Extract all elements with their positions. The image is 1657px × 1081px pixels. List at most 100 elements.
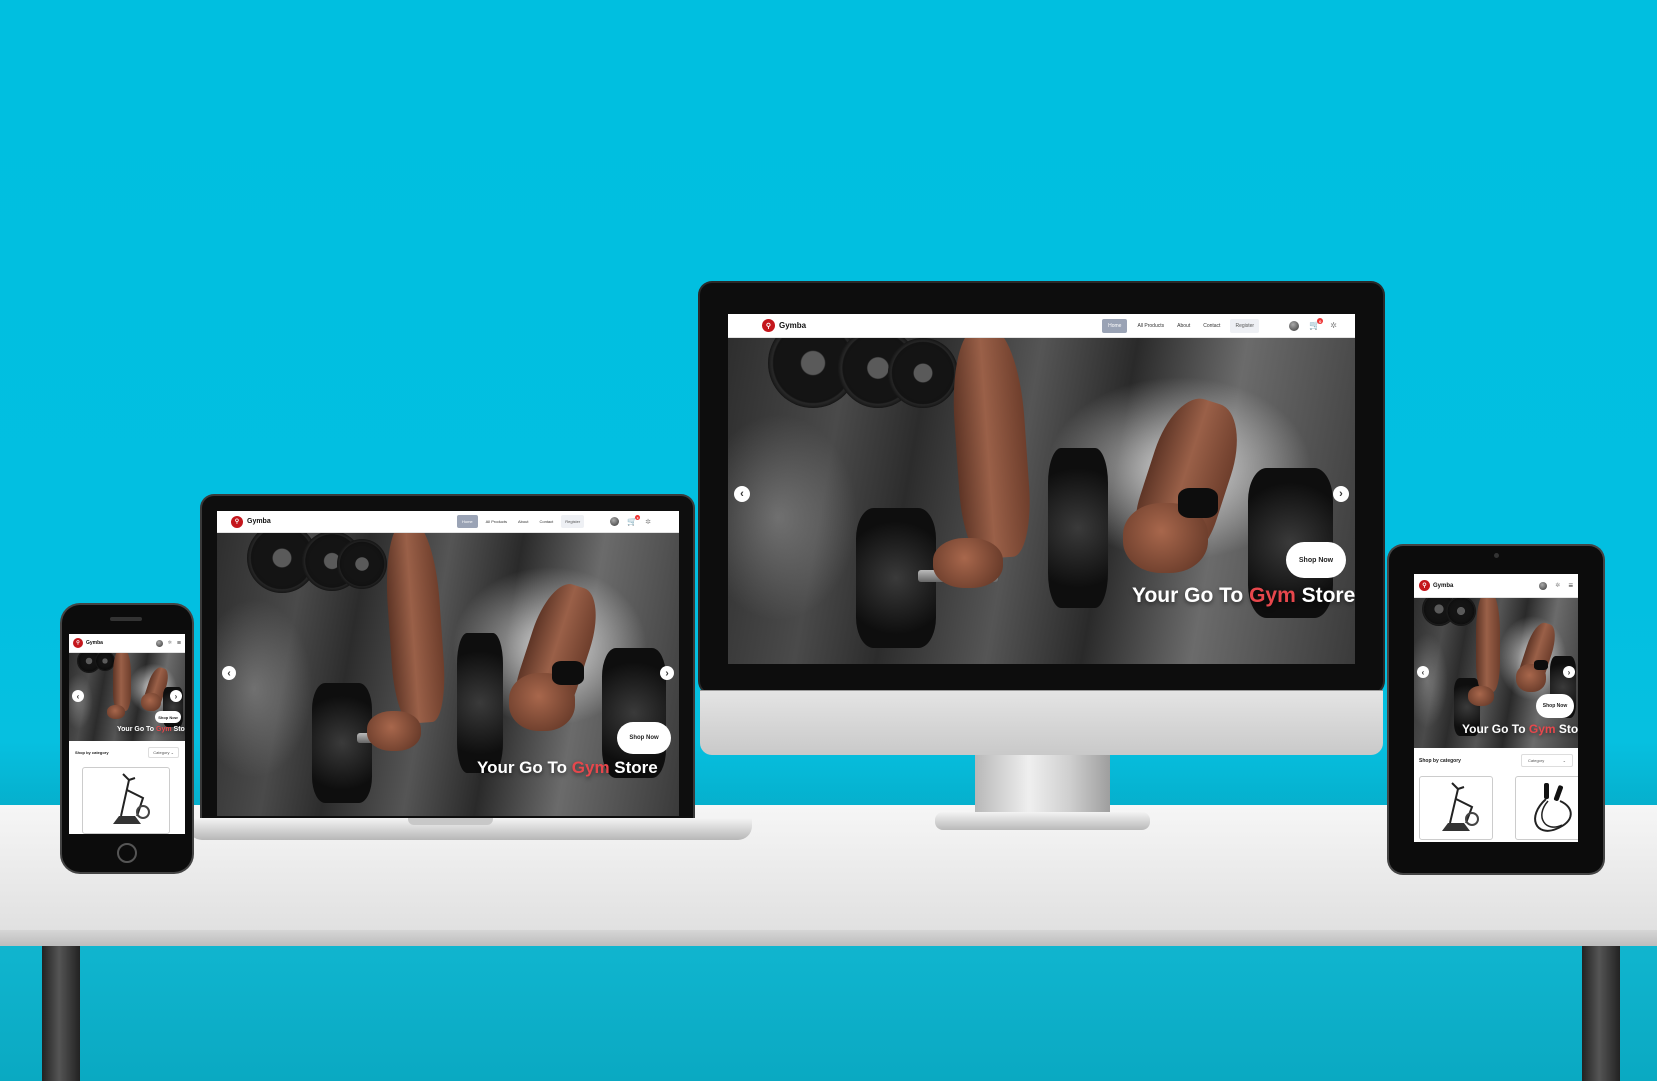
dumbbell-logo-icon: ⚲: [231, 515, 243, 528]
monitor-base: [935, 812, 1150, 830]
category-select[interactable]: Category ⌄: [148, 747, 179, 758]
nav-about[interactable]: About: [1174, 319, 1193, 333]
nav-register[interactable]: Register: [561, 515, 585, 528]
settings-icon[interactable]: ✲: [1555, 582, 1560, 589]
nav-register[interactable]: Register: [1230, 318, 1260, 333]
chevron-down-icon: ⌄: [1562, 758, 1566, 763]
weight-plate: [888, 338, 958, 408]
carousel-next-button[interactable]: ›: [1563, 666, 1575, 678]
cart-badge: 0: [635, 515, 641, 520]
laptop-notch: [408, 818, 493, 825]
user-avatar-icon[interactable]: [610, 517, 620, 526]
tagline-start: Your Go To: [117, 726, 155, 733]
product-card[interactable]: [1515, 776, 1578, 840]
brand-name: Gymba: [247, 518, 271, 525]
shop-now-button[interactable]: Shop Now: [617, 722, 671, 754]
carousel-next-button[interactable]: ›: [1333, 486, 1349, 502]
carousel-prev-button[interactable]: ‹: [1417, 666, 1429, 678]
carousel-prev-button[interactable]: ‹: [222, 666, 236, 680]
nav-icons: ✲ ≡: [155, 639, 181, 647]
nav-about[interactable]: About: [515, 515, 531, 528]
brand-name: Gymba: [779, 321, 807, 330]
tagline-highlight: Gym: [1249, 584, 1296, 607]
navbar: ⚲ Gymba Home All Products About Contact …: [728, 314, 1355, 338]
hero-tagline: Your Go To Gym Store: [477, 758, 658, 778]
nav-all-products[interactable]: All Products: [1134, 319, 1167, 333]
category-section: Shop by category Category ⌄: [1414, 748, 1578, 842]
brand-logo[interactable]: ⚲ Gymba: [73, 638, 103, 648]
settings-icon[interactable]: ✲: [645, 518, 651, 526]
shop-by-category-label: Shop by category: [75, 750, 109, 755]
carousel-next-button[interactable]: ›: [170, 690, 182, 702]
jump-rope-image: [1534, 783, 1572, 832]
user-avatar-icon[interactable]: [1539, 581, 1548, 590]
user-avatar-icon[interactable]: [155, 639, 163, 647]
nav-home[interactable]: Home: [1102, 318, 1128, 333]
navbar: ⚲ Gymba Home All Products About Contact …: [217, 511, 679, 533]
carousel-prev-button[interactable]: ‹: [734, 486, 750, 502]
hamburger-menu-icon[interactable]: ≡: [177, 640, 181, 647]
brand-logo[interactable]: ⚲ Gymba: [231, 515, 271, 528]
elliptical-trainer-image: [113, 773, 150, 824]
desk-leg-right: [1582, 946, 1620, 1081]
shop-by-category-label: Shop by category: [1419, 757, 1461, 764]
settings-icon[interactable]: ✲: [1330, 321, 1337, 330]
nav-icons: 🛒 0 ✲: [1289, 318, 1337, 331]
nav-contact[interactable]: Contact: [1200, 319, 1223, 333]
dumbbell-logo-icon: ⚲: [1419, 580, 1430, 591]
tagline-highlight: Gym: [156, 726, 172, 733]
monitor-screen: ⚲ Gymba Home All Products About Contact …: [728, 314, 1355, 664]
category-select-value: Category: [153, 750, 170, 755]
cart-badge: 0: [1317, 318, 1324, 324]
wristwatch: [1534, 660, 1548, 670]
carousel-prev-button[interactable]: ‹: [72, 690, 84, 702]
tagline-end: Store: [173, 726, 185, 733]
shop-now-button[interactable]: Shop Now: [1536, 694, 1574, 718]
dumbbell: [457, 633, 503, 773]
chevron-down-icon: ⌄: [170, 750, 174, 755]
carousel-next-button[interactable]: ›: [660, 666, 674, 680]
tablet-camera: [1494, 553, 1499, 558]
hand: [933, 538, 1003, 588]
nav-menu: Home All Products About Contact Register: [456, 515, 585, 528]
tagline-end: Store: [614, 758, 658, 777]
arm: [1476, 598, 1500, 692]
shop-now-button[interactable]: Shop Now: [1286, 542, 1346, 578]
hand: [1468, 686, 1494, 706]
nav-contact[interactable]: Contact: [536, 515, 556, 528]
settings-icon[interactable]: ✲: [168, 640, 172, 646]
shop-now-button[interactable]: Shop Now: [155, 711, 181, 723]
nav-home[interactable]: Home: [456, 515, 478, 528]
weight-plate: [337, 539, 387, 589]
tagline-start: Your Go To: [1462, 722, 1526, 736]
hamburger-menu-icon[interactable]: ≡: [1568, 581, 1573, 590]
brand-logo[interactable]: ⚲ Gymba: [1419, 580, 1453, 591]
phone-home-button: [117, 843, 137, 863]
tagline-start: Your Go To: [1132, 584, 1244, 607]
product-card[interactable]: [82, 767, 170, 834]
tagline-highlight: Gym: [571, 758, 610, 777]
hand: [107, 705, 125, 719]
wristwatch: [1178, 488, 1218, 518]
nav-all-products[interactable]: All Products: [483, 515, 510, 528]
hero-carousel: ‹ › Shop Now Your Go To Gym Store: [728, 338, 1355, 664]
hand: [141, 693, 161, 711]
phone-screen: ⚲ Gymba ✲ ≡ ‹ › Shop Now Your Go To Gym: [69, 634, 185, 834]
dumbbell: [312, 683, 372, 803]
category-select[interactable]: Category ⌄: [1521, 754, 1573, 767]
brand-name: Gymba: [1433, 582, 1454, 589]
dumbbell-logo-icon: ⚲: [73, 638, 83, 648]
product-card[interactable]: [1419, 776, 1493, 840]
tablet-screen: ⚲ Gymba ✲ ≡ ‹ › Shop Now Your Go To Gym …: [1414, 574, 1578, 842]
tagline-end: Store: [1558, 722, 1578, 736]
brand-logo[interactable]: ⚲ Gymba: [762, 319, 806, 332]
elliptical-trainer-image: [1442, 782, 1479, 831]
tagline-end: Store: [1301, 584, 1355, 607]
category-row: Shop by category Category ⌄: [75, 747, 179, 758]
hero-carousel: ‹ › Shop Now Your Go To Gym Store: [69, 653, 185, 741]
cart-icon[interactable]: 🛒 0: [627, 515, 641, 526]
hand: [367, 711, 421, 751]
cart-icon[interactable]: 🛒 0: [1309, 318, 1324, 331]
user-avatar-icon[interactable]: [1289, 320, 1300, 331]
under-table-wall: [0, 946, 1657, 1081]
